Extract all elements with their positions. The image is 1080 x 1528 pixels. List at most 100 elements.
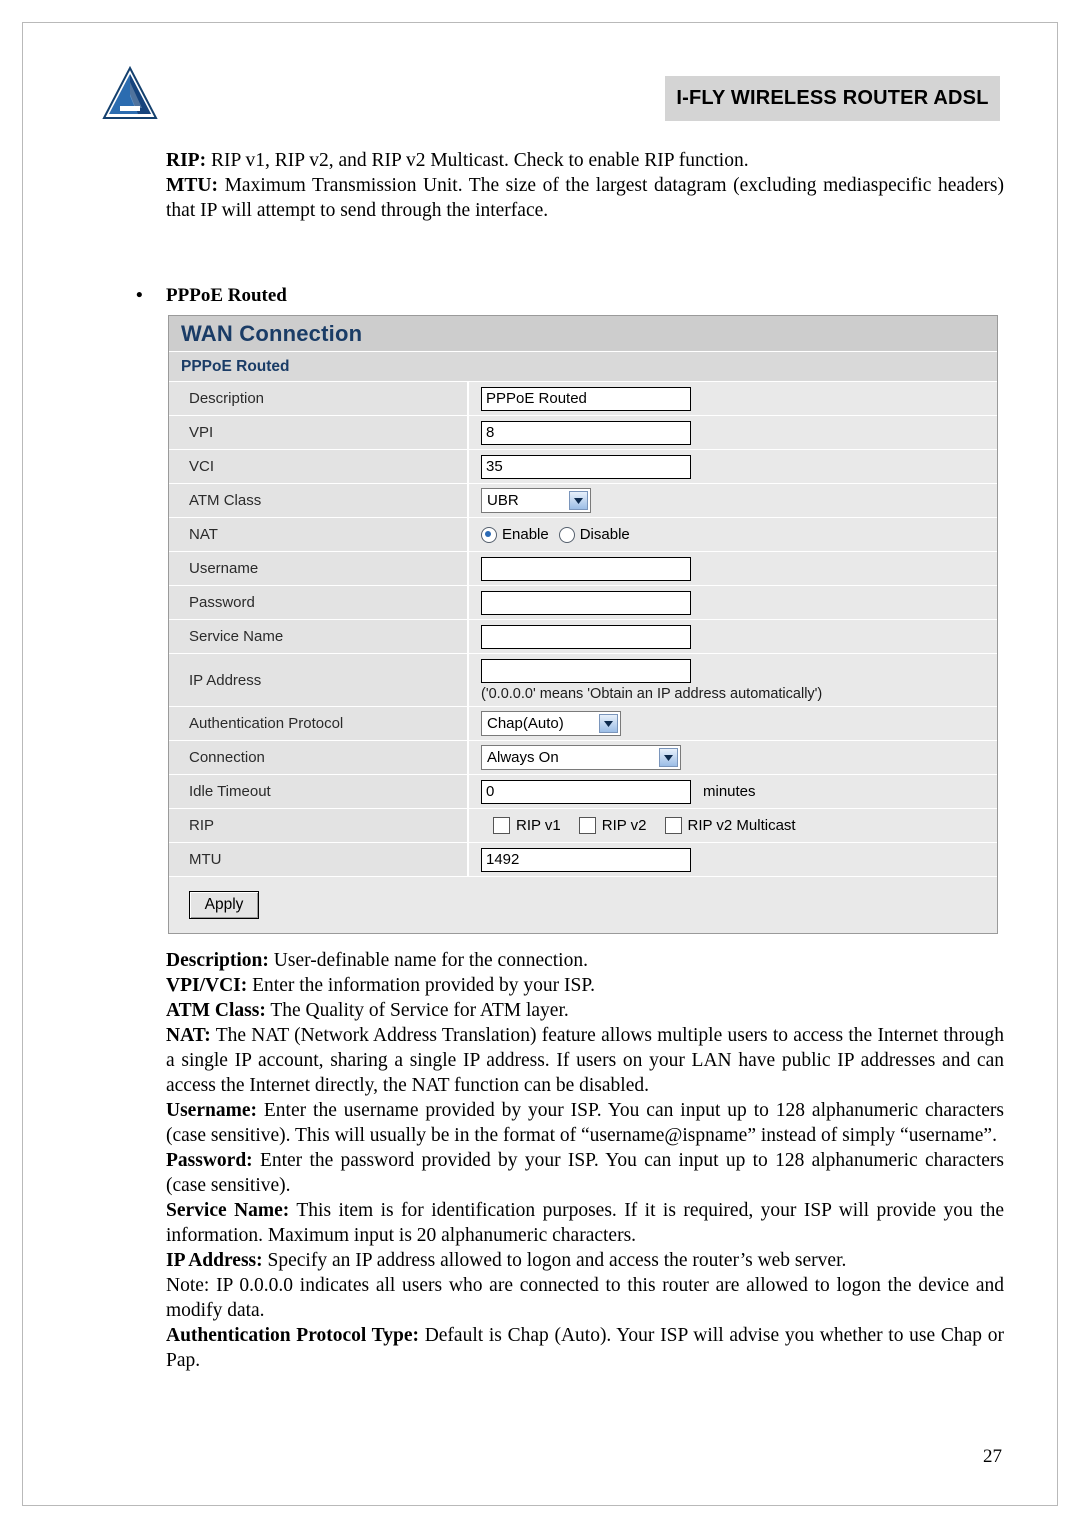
rip-v2-multicast-option[interactable]: RIP v2 Multicast bbox=[664, 817, 796, 834]
row-nat: NAT Enable Disable bbox=[169, 518, 997, 552]
vci-input[interactable]: 35 bbox=[481, 454, 691, 479]
idle-timeout-input[interactable]: 0 bbox=[481, 779, 691, 804]
intro-text-block: RIP: RIP v1, RIP v2, and RIP v2 Multicas… bbox=[166, 148, 1004, 223]
nat-radio-group: Enable Disable bbox=[481, 526, 630, 543]
desc-auth-protocol-term: Authentication Protocol Type: bbox=[166, 1325, 419, 1346]
desc-atm-class: ATM Class: The Quality of Service for AT… bbox=[166, 998, 1004, 1023]
rip-v2-multicast-label: RIP v2 Multicast bbox=[687, 817, 796, 834]
mtu-paragraph: MTU: Maximum Transmission Unit. The size… bbox=[166, 173, 1004, 223]
descriptions-block: Description: User-definable name for the… bbox=[166, 948, 1004, 1373]
label-rip: RIP bbox=[169, 809, 469, 842]
label-vci: VCI bbox=[169, 450, 469, 483]
atm-class-value: UBR bbox=[487, 492, 519, 509]
rip-v2-option[interactable]: RIP v2 bbox=[578, 817, 647, 834]
auth-protocol-select[interactable]: Chap(Auto) bbox=[481, 711, 621, 736]
atm-class-select[interactable]: UBR bbox=[481, 488, 591, 513]
label-password: Password bbox=[169, 586, 469, 619]
chevron-down-icon[interactable] bbox=[659, 748, 678, 767]
label-description: Description bbox=[169, 382, 469, 415]
panel-title-bar: WAN Connection bbox=[169, 316, 997, 352]
field-nat: Enable Disable bbox=[469, 518, 997, 551]
idle-timeout-unit: minutes bbox=[703, 783, 756, 800]
nat-enable-option[interactable]: Enable bbox=[481, 526, 549, 543]
checkbox-rip-v2-multicast-icon[interactable] bbox=[664, 817, 682, 834]
desc-service-name-term: Service Name: bbox=[166, 1200, 290, 1221]
username-input[interactable] bbox=[481, 556, 691, 581]
field-connection: Always On bbox=[469, 741, 997, 774]
row-description: Description PPPoE Routed bbox=[169, 382, 997, 416]
row-vpi: VPI 8 bbox=[169, 416, 997, 450]
header-title-bar: I-FLY WIRELESS ROUTER ADSL bbox=[665, 76, 1000, 121]
row-ip-address: IP Address ('0.0.0.0' means 'Obtain an I… bbox=[169, 654, 997, 707]
label-ip-address: IP Address bbox=[169, 654, 469, 706]
nat-disable-option[interactable]: Disable bbox=[558, 526, 630, 543]
row-atm-class: ATM Class UBR bbox=[169, 484, 997, 518]
chevron-down-icon[interactable] bbox=[569, 491, 588, 510]
field-username bbox=[469, 552, 997, 585]
radio-enable-icon[interactable] bbox=[481, 526, 497, 543]
connection-select[interactable]: Always On bbox=[481, 745, 681, 770]
radio-disable-icon[interactable] bbox=[558, 526, 575, 543]
desc-service-name-text: This item is for identification purposes… bbox=[166, 1200, 1004, 1246]
service-name-input[interactable] bbox=[481, 624, 691, 649]
field-auth-protocol: Chap(Auto) bbox=[469, 707, 997, 740]
row-idle-timeout: Idle Timeout 0 minutes bbox=[169, 775, 997, 809]
description-input[interactable]: PPPoE Routed bbox=[481, 386, 691, 411]
bullet-pppoe-routed: • PPPoE Routed bbox=[136, 285, 536, 307]
desc-service-name: Service Name: This item is for identific… bbox=[166, 1198, 1004, 1248]
desc-vpi-vci-term: VPI/VCI: bbox=[166, 975, 248, 996]
auth-protocol-value: Chap(Auto) bbox=[487, 715, 564, 732]
desc-nat-term: NAT: bbox=[166, 1025, 211, 1046]
checkbox-rip-v1-icon[interactable] bbox=[493, 817, 510, 834]
desc-username-term: Username: bbox=[166, 1100, 257, 1121]
label-connection: Connection bbox=[169, 741, 469, 774]
mtu-input[interactable]: 1492 bbox=[481, 847, 691, 872]
mtu-text: Maximum Transmission Unit. The size of t… bbox=[166, 175, 1004, 221]
label-nat: NAT bbox=[169, 518, 469, 551]
bullet-label: PPPoE Routed bbox=[166, 285, 287, 306]
document-page: I-FLY WIRELESS ROUTER ADSL RIP: RIP v1, … bbox=[0, 0, 1080, 1528]
panel-subtitle: PPPoE Routed bbox=[181, 357, 290, 375]
page-number: 27 bbox=[983, 1446, 1002, 1467]
row-service-name: Service Name bbox=[169, 620, 997, 654]
rip-v1-option[interactable]: RIP v1 bbox=[493, 817, 561, 834]
desc-username-text: Enter the username provided by your ISP.… bbox=[166, 1100, 1004, 1146]
desc-password: Password: Enter the password provided by… bbox=[166, 1148, 1004, 1198]
label-mtu: MTU bbox=[169, 843, 469, 876]
desc-atm-class-term: ATM Class: bbox=[166, 1000, 266, 1021]
row-rip: RIP RIP v1 RIP v2 RIP v2 Multicast bbox=[169, 809, 997, 843]
ip-address-input[interactable] bbox=[481, 658, 691, 683]
rip-checkbox-group: RIP v1 RIP v2 RIP v2 Multicast bbox=[481, 817, 796, 834]
atlantis-land-logo-icon bbox=[100, 65, 160, 124]
label-idle-timeout: Idle Timeout bbox=[169, 775, 469, 808]
field-vci: 35 bbox=[469, 450, 997, 483]
desc-note-text: IP 0.0.0.0 indicates all users who are c… bbox=[166, 1275, 1004, 1321]
desc-vpi-vci: VPI/VCI: Enter the information provided … bbox=[166, 973, 1004, 998]
header-title: I-FLY WIRELESS ROUTER ADSL bbox=[676, 87, 989, 109]
desc-note: Note: IP 0.0.0.0 indicates all users who… bbox=[166, 1273, 1004, 1323]
rip-text: RIP v1, RIP v2, and RIP v2 Multicast. Ch… bbox=[206, 150, 749, 171]
row-connection: Connection Always On bbox=[169, 741, 997, 775]
field-vpi: 8 bbox=[469, 416, 997, 449]
label-vpi: VPI bbox=[169, 416, 469, 449]
checkbox-rip-v2-icon[interactable] bbox=[578, 817, 596, 834]
bullet-dot-icon: • bbox=[136, 285, 143, 306]
password-input[interactable] bbox=[481, 590, 691, 615]
row-auth-protocol: Authentication Protocol Chap(Auto) bbox=[169, 707, 997, 741]
field-rip: RIP v1 RIP v2 RIP v2 Multicast bbox=[469, 809, 997, 842]
rip-v1-label: RIP v1 bbox=[516, 817, 561, 834]
vpi-input[interactable]: 8 bbox=[481, 420, 691, 445]
desc-note-term: Note: bbox=[166, 1275, 210, 1296]
rip-paragraph: RIP: RIP v1, RIP v2, and RIP v2 Multicas… bbox=[166, 148, 1004, 173]
label-atm-class: ATM Class bbox=[169, 484, 469, 517]
chevron-down-icon[interactable] bbox=[599, 714, 618, 733]
apply-button[interactable]: Apply bbox=[189, 891, 259, 919]
rip-term: RIP: bbox=[166, 150, 207, 171]
desc-description-term: Description: bbox=[166, 950, 269, 971]
field-password bbox=[469, 586, 997, 619]
desc-atm-class-text: The Quality of Service for ATM layer. bbox=[265, 1000, 569, 1021]
desc-ip-address-text: Specify an IP address allowed to logon a… bbox=[262, 1250, 847, 1271]
field-atm-class: UBR bbox=[469, 484, 997, 517]
desc-password-text: Enter the password provided by your ISP.… bbox=[166, 1150, 1004, 1196]
desc-nat: NAT: The NAT (Network Address Translatio… bbox=[166, 1023, 1004, 1098]
